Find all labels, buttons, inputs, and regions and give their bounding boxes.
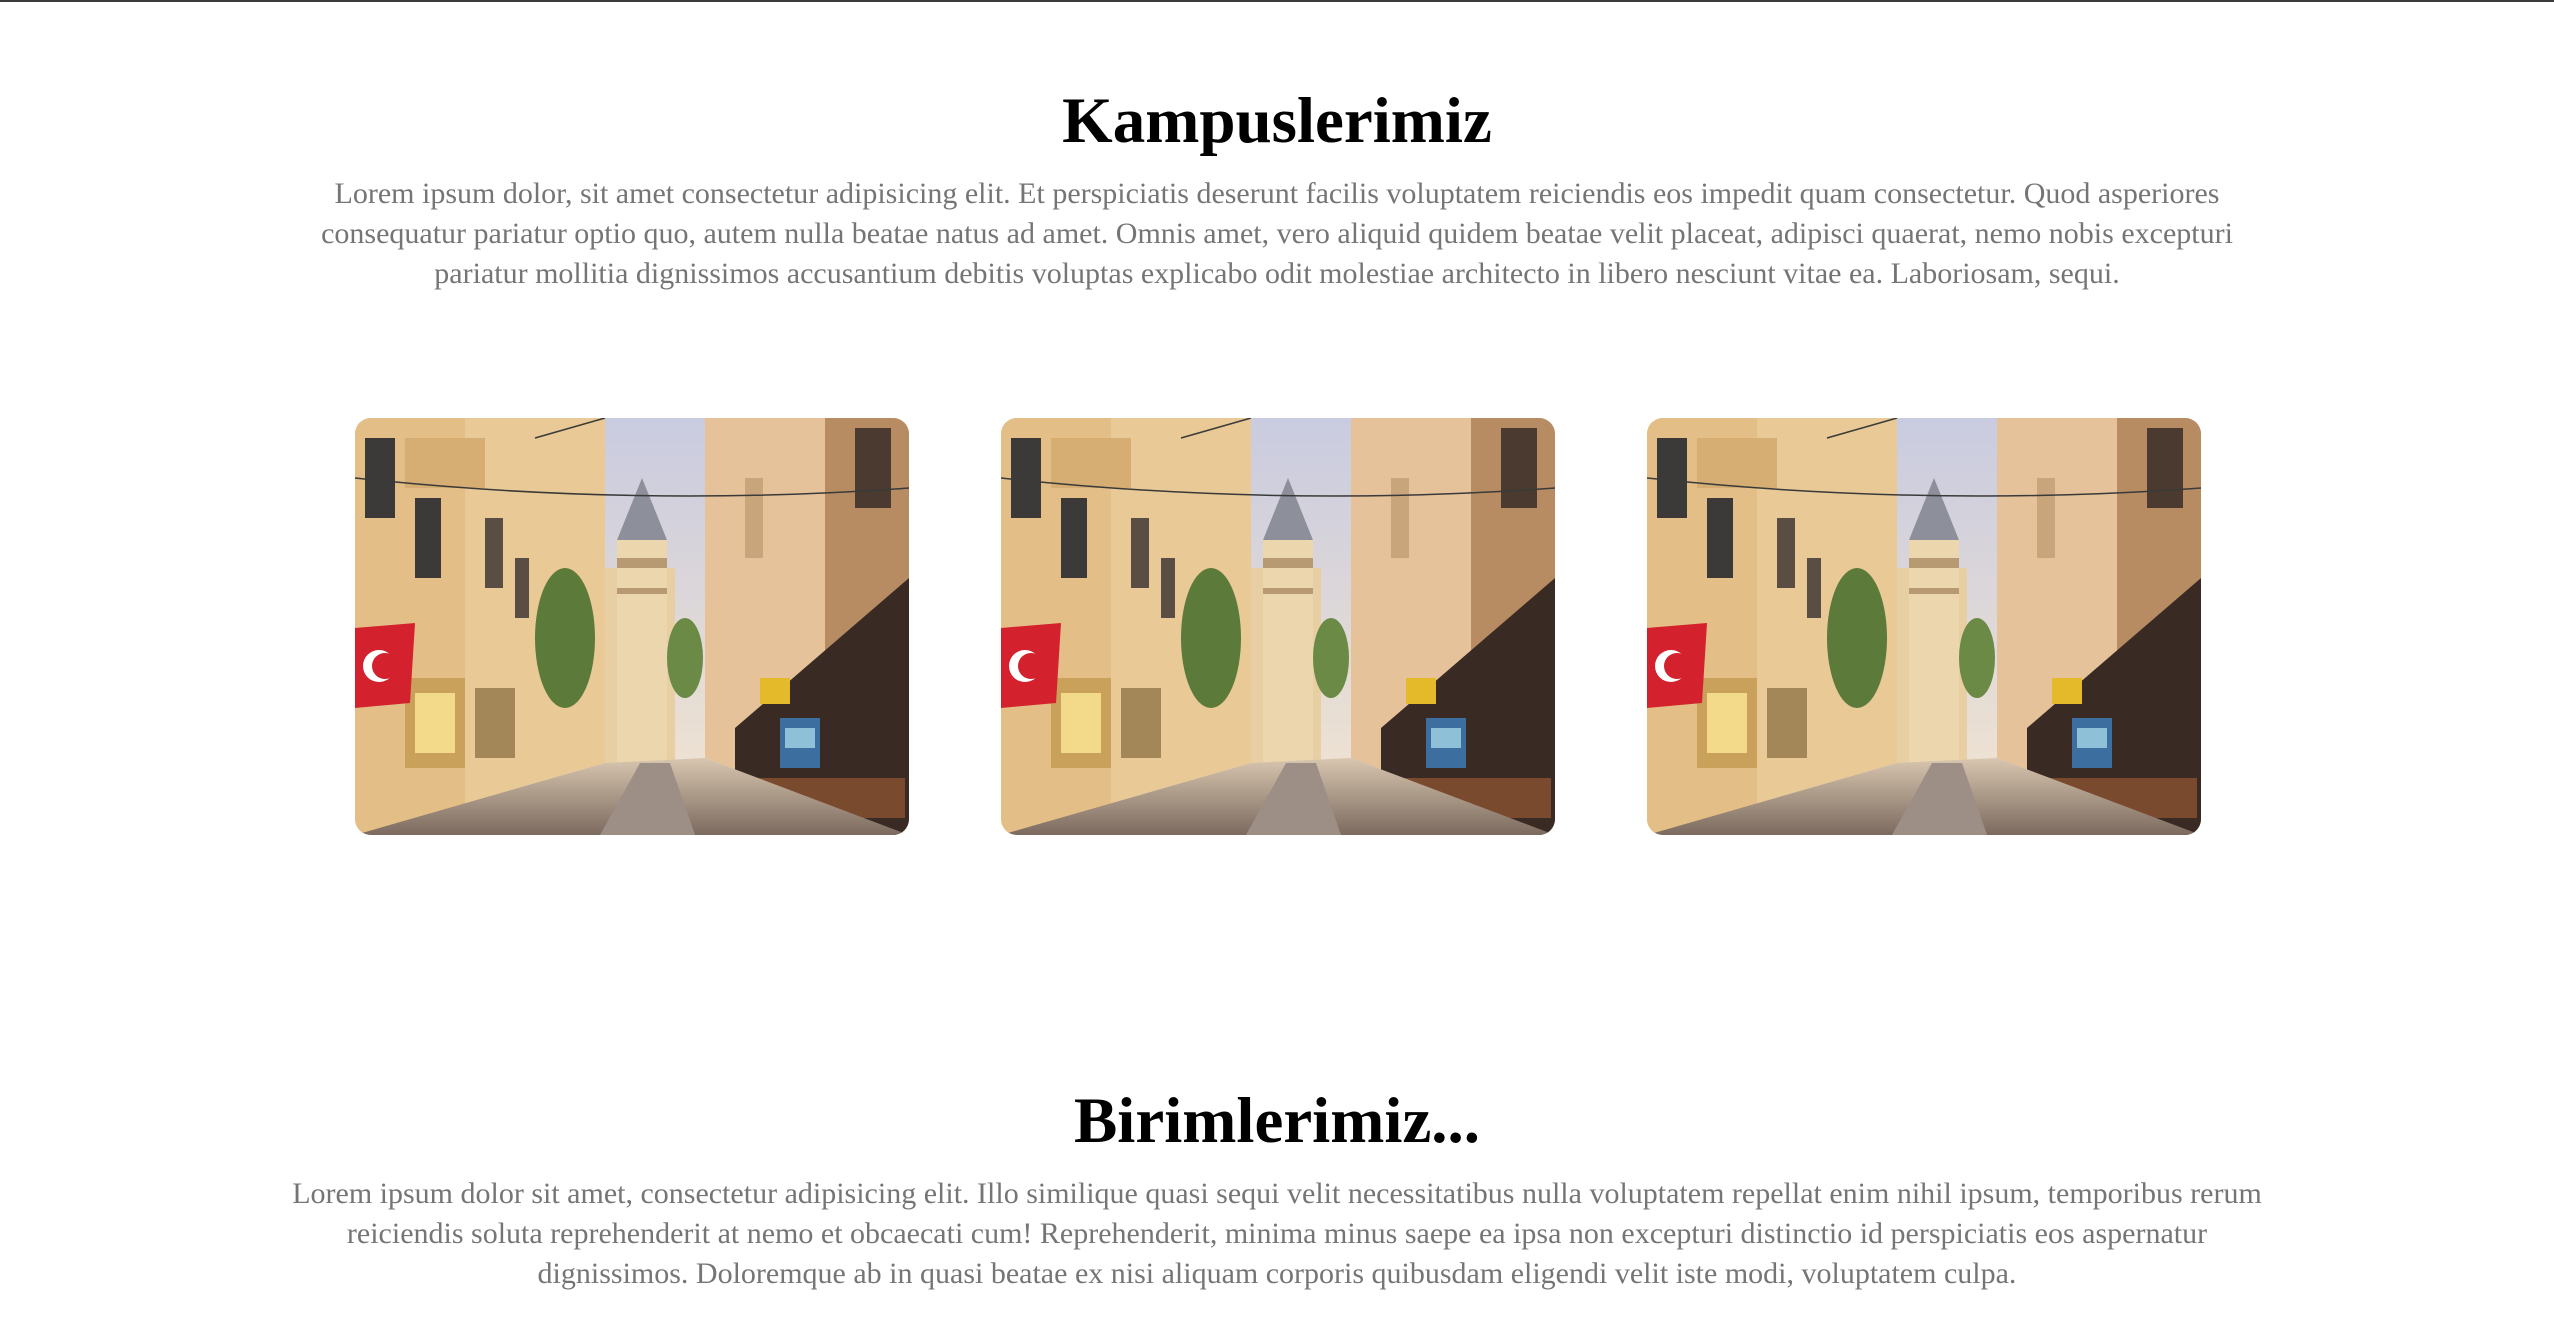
campus-photo	[355, 418, 909, 835]
campus-image-3[interactable]	[1647, 418, 2201, 835]
units-description: Lorem ipsum dolor sit amet, consectetur …	[292, 1177, 2262, 1290]
campus-photo	[1001, 418, 1555, 835]
campus-image-1[interactable]	[355, 418, 909, 835]
campuses-title: Kampuslerimiz	[1062, 85, 1492, 157]
units-section: Birimlerimiz... Lorem ipsum dolor sit am…	[0, 1080, 2554, 1294]
campus-gallery	[355, 418, 2201, 836]
campuses-section: Kampuslerimiz Lorem ipsum dolor, sit ame…	[0, 80, 2554, 294]
campuses-description: Lorem ipsum dolor, sit amet consectetur …	[321, 177, 2233, 290]
campus-photo	[1647, 418, 2201, 835]
campus-image-2[interactable]	[1001, 418, 1555, 835]
units-title: Birimlerimiz...	[1073, 1085, 1481, 1157]
